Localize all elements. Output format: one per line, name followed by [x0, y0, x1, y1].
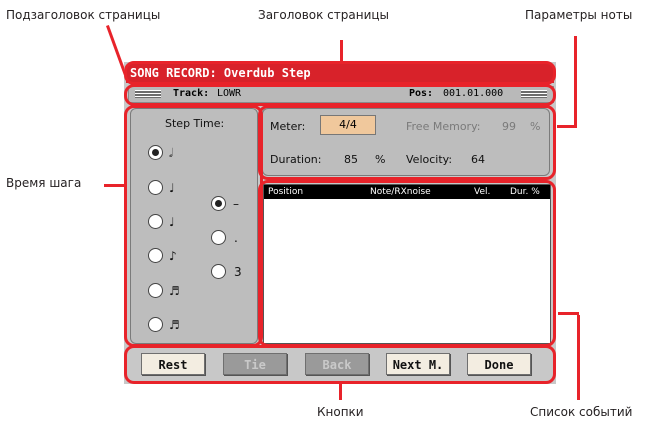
annotation-page-title: Заголовок страницы	[258, 8, 390, 22]
highlight-note-params	[258, 105, 556, 180]
annotation-event-list: Список событий	[530, 405, 633, 419]
annotation-page-subtitle: Подзаголовок страницы	[6, 8, 161, 22]
leader-step-time	[104, 184, 126, 187]
annotation-note-params: Параметры ноты	[525, 8, 633, 22]
leader-note-params	[574, 36, 577, 128]
highlight-title	[124, 61, 556, 85]
highlight-event-list	[258, 180, 556, 347]
leader-buttons	[339, 384, 342, 400]
leader-event-list-h	[558, 312, 579, 315]
leader-note-params-h	[557, 125, 576, 128]
leader-event-list	[577, 315, 580, 400]
highlight-subtitle	[124, 84, 556, 106]
highlight-buttons	[124, 345, 556, 384]
annotation-buttons: Кнопки	[317, 405, 364, 419]
highlight-step-time	[124, 105, 263, 347]
annotation-step-time: Время шага	[6, 176, 82, 190]
